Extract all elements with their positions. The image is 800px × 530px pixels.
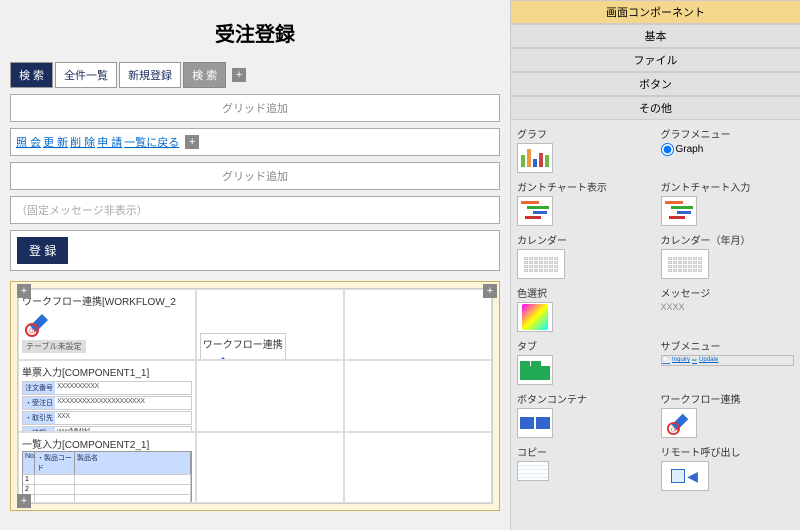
register-button[interactable]: 登 録 <box>17 237 68 264</box>
link-delete[interactable]: 削 除 <box>70 134 95 150</box>
workflow-stamp-icon: OK <box>22 310 54 338</box>
canvas-add-top-left-icon[interactable]: + <box>17 284 31 298</box>
page-title: 受注登録 <box>10 10 500 62</box>
palette-item-copy[interactable]: コピー <box>517 444 651 491</box>
canvas-cell-empty[interactable] <box>344 432 492 503</box>
palette-item-remote-call[interactable]: リモート呼び出し ◀ <box>661 444 795 491</box>
tab-thumb-icon <box>517 355 553 385</box>
canvas-cell-empty[interactable] <box>196 432 344 503</box>
svg-text:OK: OK <box>29 329 38 335</box>
add-tab-icon[interactable]: + <box>232 68 246 82</box>
tab-new-register[interactable]: 新規登録 <box>119 62 181 88</box>
calendar-thumb-icon <box>517 249 565 279</box>
palette-cat-basic[interactable]: 基本 <box>511 24 800 48</box>
remote-thumb-icon: ◀ <box>661 461 709 491</box>
link-inquiry[interactable]: 照 会 <box>16 134 41 150</box>
palette-cat-file[interactable]: ファイル <box>511 48 800 72</box>
component1-label: 単票入力[COMPONENT1_1] <box>22 364 192 379</box>
graph-thumb-icon <box>517 143 553 173</box>
tab-search-inactive[interactable]: 検 索 <box>183 62 226 88</box>
palette-item-color-picker[interactable]: 色選択 <box>517 285 651 332</box>
tab-bar: 検 索 全件一覧 新規登録 検 索 + <box>10 62 500 88</box>
canvas-add-bottom-left-icon[interactable]: + <box>17 494 31 508</box>
canvas-cell-empty[interactable] <box>344 360 492 431</box>
palette-item-message[interactable]: メッセージ XXXX <box>661 285 795 332</box>
main-editor-area: 受注登録 検 索 全件一覧 新規登録 検 索 + グリッド追加 照 会 更 新 … <box>0 0 510 530</box>
palette-header: 画面コンポーネント <box>511 0 800 24</box>
grid-add-bar-2[interactable]: グリッド追加 <box>10 162 500 190</box>
tab-search[interactable]: 検 索 <box>10 62 53 88</box>
workflow-1-label: ワークフロー連携[WORKFLOW_2 <box>22 293 192 308</box>
grid-add-bar-1[interactable]: グリッド追加 <box>10 94 500 122</box>
gantt-thumb-icon <box>517 196 553 226</box>
table-unset-badge: テーブル未設定 <box>22 340 86 353</box>
palette-item-submenu[interactable]: サブメニュー 📄Inquiry✏Update <box>661 338 795 385</box>
canvas-cell-empty[interactable] <box>344 289 492 360</box>
action-link-row: 照 会 更 新 削 除 申 請 一覧に戻る + <box>10 128 500 156</box>
svg-text:OK: OK <box>670 427 678 433</box>
workflow-2-label: ワークフロー連携 <box>203 336 283 351</box>
workflow-thumb-icon: OK <box>661 408 697 438</box>
palette-item-calendar-ym[interactable]: カレンダー（年月） <box>661 232 795 279</box>
palette-item-button-container[interactable]: ボタンコンテナ <box>517 391 651 438</box>
link-apply[interactable]: 申 請 <box>97 134 122 150</box>
message-placeholder: XXXX <box>661 302 795 312</box>
color-picker-thumb-icon <box>517 302 553 332</box>
gantt-input-thumb-icon <box>661 196 697 226</box>
palette-item-calendar[interactable]: カレンダー <box>517 232 651 279</box>
palette-item-gantt-input[interactable]: ガントチャート入力 <box>661 179 795 226</box>
graph-radio[interactable]: Graph <box>661 143 704 156</box>
component-palette: 画面コンポーネント 基本 ファイル ボタン その他 グラフ グラフメニュー Gr… <box>510 0 800 530</box>
link-back-to-list[interactable]: 一覧に戻る <box>124 134 179 150</box>
register-button-container: 登 録 <box>10 230 500 271</box>
component1-form-preview: 注文番号XXXXXXXXXX ・受注日XXXXXXXXXXXXXXXXXXXXX… <box>22 381 192 431</box>
workflow-stamp-icon: OK <box>203 353 235 360</box>
calendar-ym-thumb-icon <box>661 249 709 279</box>
canvas-cell-workflow2[interactable]: ワークフロー連携 OK <box>196 289 344 360</box>
palette-cat-other[interactable]: その他 <box>511 96 800 120</box>
link-update[interactable]: 更 新 <box>43 134 68 150</box>
canvas-cell-component2[interactable]: 一覧入力[COMPONENT2_1] No.・製品コード製品名 1 2 3 <box>18 432 196 503</box>
palette-item-graph[interactable]: グラフ <box>517 126 651 173</box>
component2-table-preview: No.・製品コード製品名 1 2 3 <box>22 451 192 503</box>
button-container-thumb-icon <box>517 408 553 438</box>
copy-thumb-icon <box>517 461 549 481</box>
palette-item-gantt-display[interactable]: ガントチャート表示 <box>517 179 651 226</box>
canvas-add-top-right-icon[interactable]: + <box>483 284 497 298</box>
palette-cat-button[interactable]: ボタン <box>511 72 800 96</box>
canvas-cell-workflow1[interactable]: ワークフロー連携[WORKFLOW_2 OK テーブル未設定 <box>18 289 196 360</box>
layout-canvas[interactable]: + + + ワークフロー連携[WORKFLOW_2 OK テーブル未設定 ワーク… <box>10 281 500 511</box>
palette-item-tab[interactable]: タブ <box>517 338 651 385</box>
add-link-icon[interactable]: + <box>185 135 199 149</box>
palette-item-graph-menu[interactable]: グラフメニュー Graph <box>661 126 795 173</box>
canvas-cell-component1[interactable]: 単票入力[COMPONENT1_1] 注文番号XXXXXXXXXX ・受注日XX… <box>18 360 196 431</box>
canvas-cell-empty[interactable] <box>196 360 344 431</box>
component2-label: 一覧入力[COMPONENT2_1] <box>22 436 192 451</box>
submenu-thumb-icon: 📄Inquiry✏Update <box>661 355 795 366</box>
fixed-message-bar[interactable]: （固定メッセージ非表示） <box>10 196 500 224</box>
tab-all-list[interactable]: 全件一覧 <box>55 62 117 88</box>
palette-item-workflow[interactable]: ワークフロー連携 OK <box>661 391 795 438</box>
